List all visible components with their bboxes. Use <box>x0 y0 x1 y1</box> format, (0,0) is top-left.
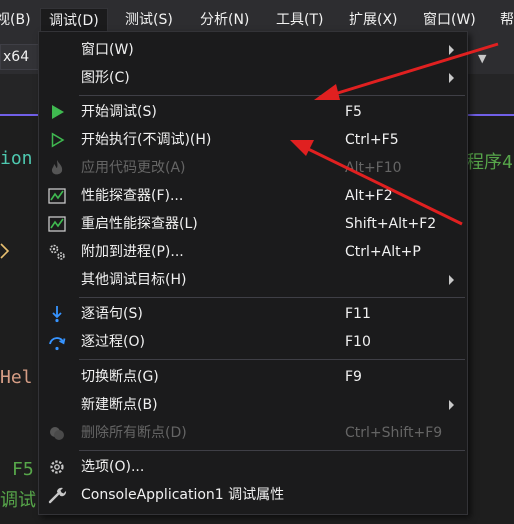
perf-chart-icon <box>48 216 66 232</box>
menu-item-shortcut: Ctrl+Alt+P <box>345 244 421 260</box>
debug-menu-dropdown: 窗口(W) 图形(C) 开始调试(S) F5 开始执行(不调试)(H) Ctrl… <box>38 31 468 515</box>
menu-item-label: 应用代码更改(A) <box>81 160 186 176</box>
menu-help[interactable]: 帮 <box>500 9 514 31</box>
menu-analyze[interactable]: 分析(N) <box>200 9 249 31</box>
menu-item-graphics[interactable]: 图形(C) <box>39 64 467 92</box>
menu-item-windows[interactable]: 窗口(W) <box>39 36 467 64</box>
menu-item-options[interactable]: 选项(O)... <box>39 453 467 481</box>
menu-item-shortcut: Ctrl+Shift+F9 <box>345 425 443 441</box>
menu-item-shortcut: F5 <box>345 104 362 120</box>
menu-tools[interactable]: 工具(T) <box>276 9 323 31</box>
menu-extensions[interactable]: 扩展(X) <box>349 9 398 31</box>
editor-comment-fragment-2: F5 <box>12 459 34 480</box>
menu-item-label: 开始调试(S) <box>81 104 157 120</box>
editor-comment-fragment-3: 调试 <box>0 490 36 511</box>
submenu-arrow-icon <box>449 275 454 285</box>
menu-item-shortcut: F9 <box>345 369 362 385</box>
submenu-arrow-icon <box>449 45 454 55</box>
editor-text-fragment: ion <box>0 148 33 169</box>
menu-item-label: 附加到进程(P)... <box>81 244 184 260</box>
menu-item-new-breakpoint[interactable]: 新建断点(B) <box>39 391 467 419</box>
menu-item-step-into[interactable]: 逐语句(S) F11 <box>39 300 467 328</box>
menu-item-shortcut: F11 <box>345 306 371 322</box>
menu-item-restart-profiler[interactable]: 重启性能探查器(L) Shift+Alt+F2 <box>39 210 467 238</box>
platform-value: x64 <box>3 49 30 65</box>
menu-item-start-debugging[interactable]: 开始调试(S) F5 <box>39 98 467 126</box>
menu-item-step-over[interactable]: 逐过程(O) F10 <box>39 328 467 356</box>
wrench-icon <box>48 487 67 504</box>
submenu-arrow-icon <box>449 73 454 83</box>
menu-item-label: 开始执行(不调试)(H) <box>81 132 212 148</box>
menu-item-shortcut: Ctrl+F5 <box>345 132 399 148</box>
menu-item-label: 性能探查器(F)... <box>81 188 184 204</box>
step-into-icon <box>52 306 62 323</box>
menu-item-label: 删除所有断点(D) <box>81 425 187 441</box>
menu-item-label: 其他调试目标(H) <box>81 272 187 288</box>
menu-item-label: 选项(O)... <box>81 459 145 475</box>
menu-separator <box>79 450 465 451</box>
delete-breakpoints-icon <box>50 427 64 440</box>
menu-item-label: 窗口(W) <box>81 42 134 58</box>
menu-item-label: 切换断点(G) <box>81 369 159 385</box>
menu-item-performance-profiler[interactable]: 性能探查器(F)... Alt+F2 <box>39 182 467 210</box>
perf-chart-icon <box>48 188 66 204</box>
submenu-arrow-icon <box>449 400 454 410</box>
play-outline-icon <box>51 132 65 148</box>
menu-separator <box>79 95 465 96</box>
menu-item-shortcut: Shift+Alt+F2 <box>345 216 437 232</box>
menu-item-other-debug-targets[interactable]: 其他调试目标(H) <box>39 266 467 294</box>
editor-string-fragment: Hel <box>0 367 33 388</box>
toolbar-dropdown-icon[interactable]: ▼ <box>478 52 486 65</box>
flame-icon <box>51 160 63 175</box>
menu-item-shortcut: F10 <box>345 334 371 350</box>
step-over-icon <box>49 337 66 351</box>
menu-test[interactable]: 测试(S) <box>125 9 173 31</box>
menu-separator <box>79 359 465 360</box>
menu-separator <box>79 297 465 298</box>
menu-item-label: 新建断点(B) <box>81 397 158 413</box>
menu-window[interactable]: 窗口(W) <box>423 9 476 31</box>
menu-item-apply-code-changes: 应用代码更改(A) Alt+F10 <box>39 154 467 182</box>
menu-item-start-without-debugging[interactable]: 开始执行(不调试)(H) Ctrl+F5 <box>39 126 467 154</box>
gear-icon <box>50 460 64 474</box>
menu-item-attach-to-process[interactable]: 附加到进程(P)... Ctrl+Alt+P <box>39 238 467 266</box>
menu-view[interactable]: 视(B) <box>0 9 31 31</box>
menu-item-delete-all-breakpoints: 删除所有断点(D) Ctrl+Shift+F9 <box>39 419 467 447</box>
menu-item-label: 重启性能探查器(L) <box>81 216 198 232</box>
menu-item-shortcut: Alt+F2 <box>345 188 393 204</box>
collapse-chevron-icon[interactable] <box>0 241 10 261</box>
menu-item-debug-properties[interactable]: ConsoleApplication1 调试属性 <box>39 481 467 509</box>
menu-item-shortcut: Alt+F10 <box>345 160 402 176</box>
play-solid-icon <box>52 105 64 119</box>
menu-item-label: 逐过程(O) <box>81 334 145 350</box>
menu-item-toggle-breakpoint[interactable]: 切换断点(G) F9 <box>39 363 467 391</box>
menu-item-label: 图形(C) <box>81 70 130 86</box>
gears-icon <box>49 244 65 260</box>
menu-item-label: 逐语句(S) <box>81 306 143 322</box>
menu-item-label: ConsoleApplication1 调试属性 <box>81 487 285 503</box>
editor-comment-fragment: 程序4 <box>466 152 513 173</box>
